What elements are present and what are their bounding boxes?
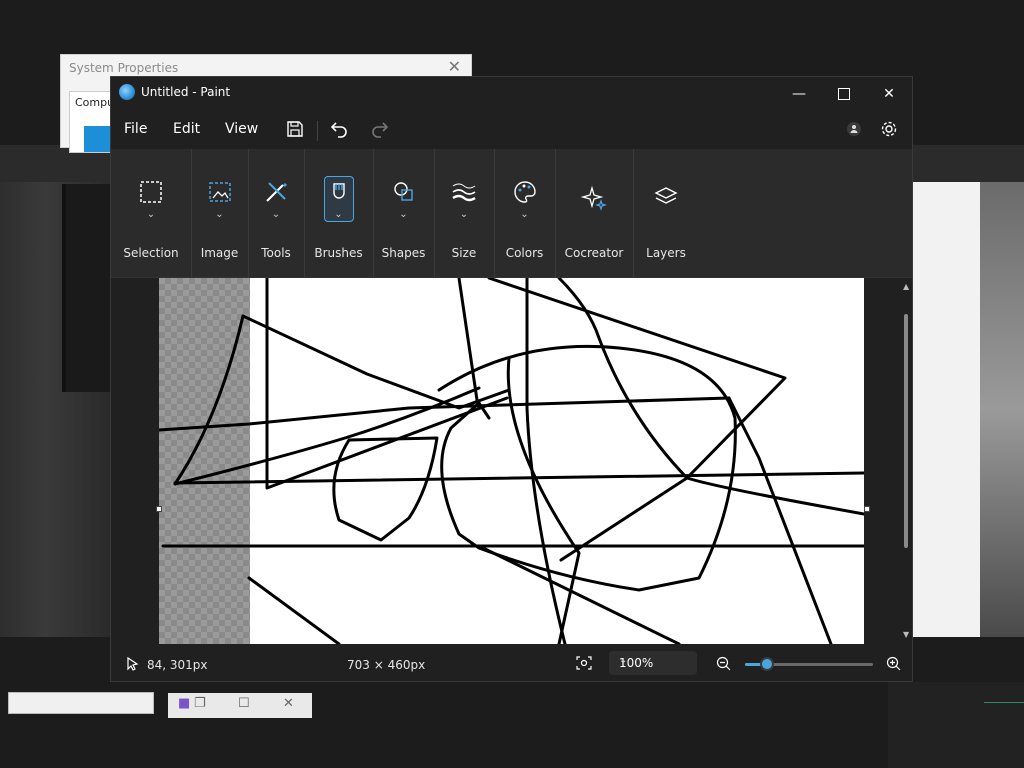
zoom-dropdown[interactable]: 100% ⌄ — [609, 651, 697, 675]
close-icon[interactable]: ✕ — [448, 57, 461, 76]
folder-icon: ■ — [178, 696, 191, 711]
background-photo-right — [912, 182, 1024, 637]
close-icon[interactable]: ✕ — [283, 696, 294, 711]
maximize-button[interactable] — [822, 81, 866, 107]
tools-icon — [266, 182, 287, 202]
undo-button[interactable] — [328, 117, 352, 141]
resize-handle[interactable] — [864, 506, 870, 512]
shapes-icon — [393, 182, 413, 201]
window-title: Untitled - Paint — [141, 85, 231, 99]
menu-edit[interactable]: Edit — [173, 121, 200, 137]
scrollbar-thumb[interactable] — [904, 314, 908, 548]
panel-line — [984, 702, 1024, 703]
layers-icon — [654, 187, 678, 204]
menu-view[interactable]: View — [225, 121, 258, 137]
chevron-down-icon: ⌄ — [459, 209, 469, 220]
menu-separator — [317, 121, 318, 141]
save-button[interactable] — [283, 117, 307, 141]
cursor-position: 84, 301px — [147, 658, 208, 672]
close-icon: ✕ — [883, 86, 895, 102]
selection-icon — [140, 181, 162, 203]
system-properties-title: System Properties — [69, 61, 179, 75]
ribbon-group-layers[interactable]: Layers — [633, 149, 699, 277]
colors-icon — [513, 181, 536, 203]
ribbon-label: Shapes — [381, 246, 426, 260]
background-hair — [980, 182, 1024, 637]
background-photo-left — [0, 182, 116, 637]
cocreator-icon — [581, 185, 607, 211]
chevron-down-icon: ⌄ — [146, 209, 156, 220]
ribbon-group-selection[interactable]: ⌄ Selection — [111, 149, 192, 277]
status-bar: 84, 301px 703 × 460px 100% ⌄ — [111, 645, 912, 681]
chevron-down-icon: ⌄ — [215, 209, 224, 220]
paint-app-icon — [119, 84, 135, 100]
save-icon — [287, 121, 303, 137]
ribbon-group-shapes[interactable]: ⌄ Shapes — [373, 149, 435, 277]
undo-icon — [330, 122, 347, 138]
ribbon-group-colors[interactable]: ⌄ Colors — [494, 149, 556, 277]
ribbon-group-tools[interactable]: ⌄ Tools — [248, 149, 305, 277]
zoom-out-icon[interactable] — [716, 656, 732, 672]
resize-handle[interactable] — [156, 506, 162, 512]
chevron-down-icon: ⌄ — [334, 209, 343, 220]
ribbon-group-brushes[interactable]: ⌄ Brushes — [304, 149, 374, 277]
pointer-icon — [127, 657, 139, 671]
chevron-down-icon: ⌄ — [520, 209, 529, 220]
ribbon-label: Layers — [646, 246, 686, 260]
ribbon-group-image[interactable]: ⌄ Image — [191, 149, 249, 277]
canvas-drawing — [159, 278, 864, 644]
chevron-down-icon: ⌄ — [271, 209, 281, 220]
restore-icon[interactable]: ❐ — [194, 696, 206, 711]
zoom-slider-thumb[interactable] — [759, 657, 774, 671]
ribbon-label: Tools — [261, 246, 291, 260]
brushes-icon — [332, 183, 345, 199]
fit-to-window-icon[interactable] — [576, 656, 592, 670]
scroll-up-icon[interactable]: ▲ — [903, 282, 909, 291]
menu-bar: File Edit View — [111, 109, 912, 147]
ribbon-label: Cocreator — [564, 246, 624, 260]
settings-button[interactable] — [877, 117, 901, 141]
ribbon-label: Selection — [123, 246, 179, 260]
close-button[interactable]: ✕ — [867, 81, 911, 107]
background-panel — [888, 682, 1024, 768]
title-bar[interactable]: Untitled - Paint — ✕ — [111, 77, 912, 109]
chevron-down-icon: ⌄ — [619, 655, 628, 666]
canvas-viewport[interactable]: ▲ ▼ — [111, 278, 912, 644]
ribbon-label: Brushes — [314, 246, 363, 260]
ribbon-label: Size — [451, 246, 477, 260]
minimize-button[interactable]: — — [777, 81, 821, 107]
scroll-down-icon[interactable]: ▼ — [903, 630, 909, 639]
size-icon — [452, 183, 476, 202]
zoom-in-icon[interactable] — [886, 656, 902, 672]
maximize-icon[interactable]: ☐ — [238, 696, 250, 711]
gear-icon — [881, 121, 897, 137]
account-icon — [847, 122, 861, 136]
zoom-slider[interactable] — [745, 657, 873, 671]
vertical-scrollbar[interactable]: ▲ ▼ — [901, 278, 912, 644]
background-taskbar-item[interactable] — [8, 692, 154, 714]
redo-button[interactable] — [367, 117, 391, 141]
canvas-size: 703 × 460px — [347, 658, 426, 672]
image-icon — [208, 182, 231, 202]
ribbon-label: Colors — [505, 246, 544, 260]
chevron-down-icon: ⌄ — [399, 209, 408, 220]
ribbon-toolbar: ⌄ Selection ⌄ Image ⌄ Tools ⌄ Brushes ⌄ … — [111, 149, 912, 278]
maximize-icon — [838, 88, 850, 100]
redo-icon — [372, 122, 389, 138]
minimize-icon: — — [792, 86, 806, 102]
ribbon-group-size[interactable]: ⌄ Size — [434, 149, 495, 277]
paint-window: Untitled - Paint — ✕ File Edit View ⌄ Se… — [110, 76, 913, 682]
background-mini-window[interactable]: ■ ❐ ☐ ✕ — [168, 693, 312, 718]
background-frame — [62, 184, 116, 392]
account-button[interactable] — [842, 117, 866, 141]
menu-file[interactable]: File — [124, 121, 147, 137]
ribbon-label: Image — [200, 246, 239, 260]
ribbon-group-cocreator[interactable]: Cocreator — [555, 149, 634, 277]
